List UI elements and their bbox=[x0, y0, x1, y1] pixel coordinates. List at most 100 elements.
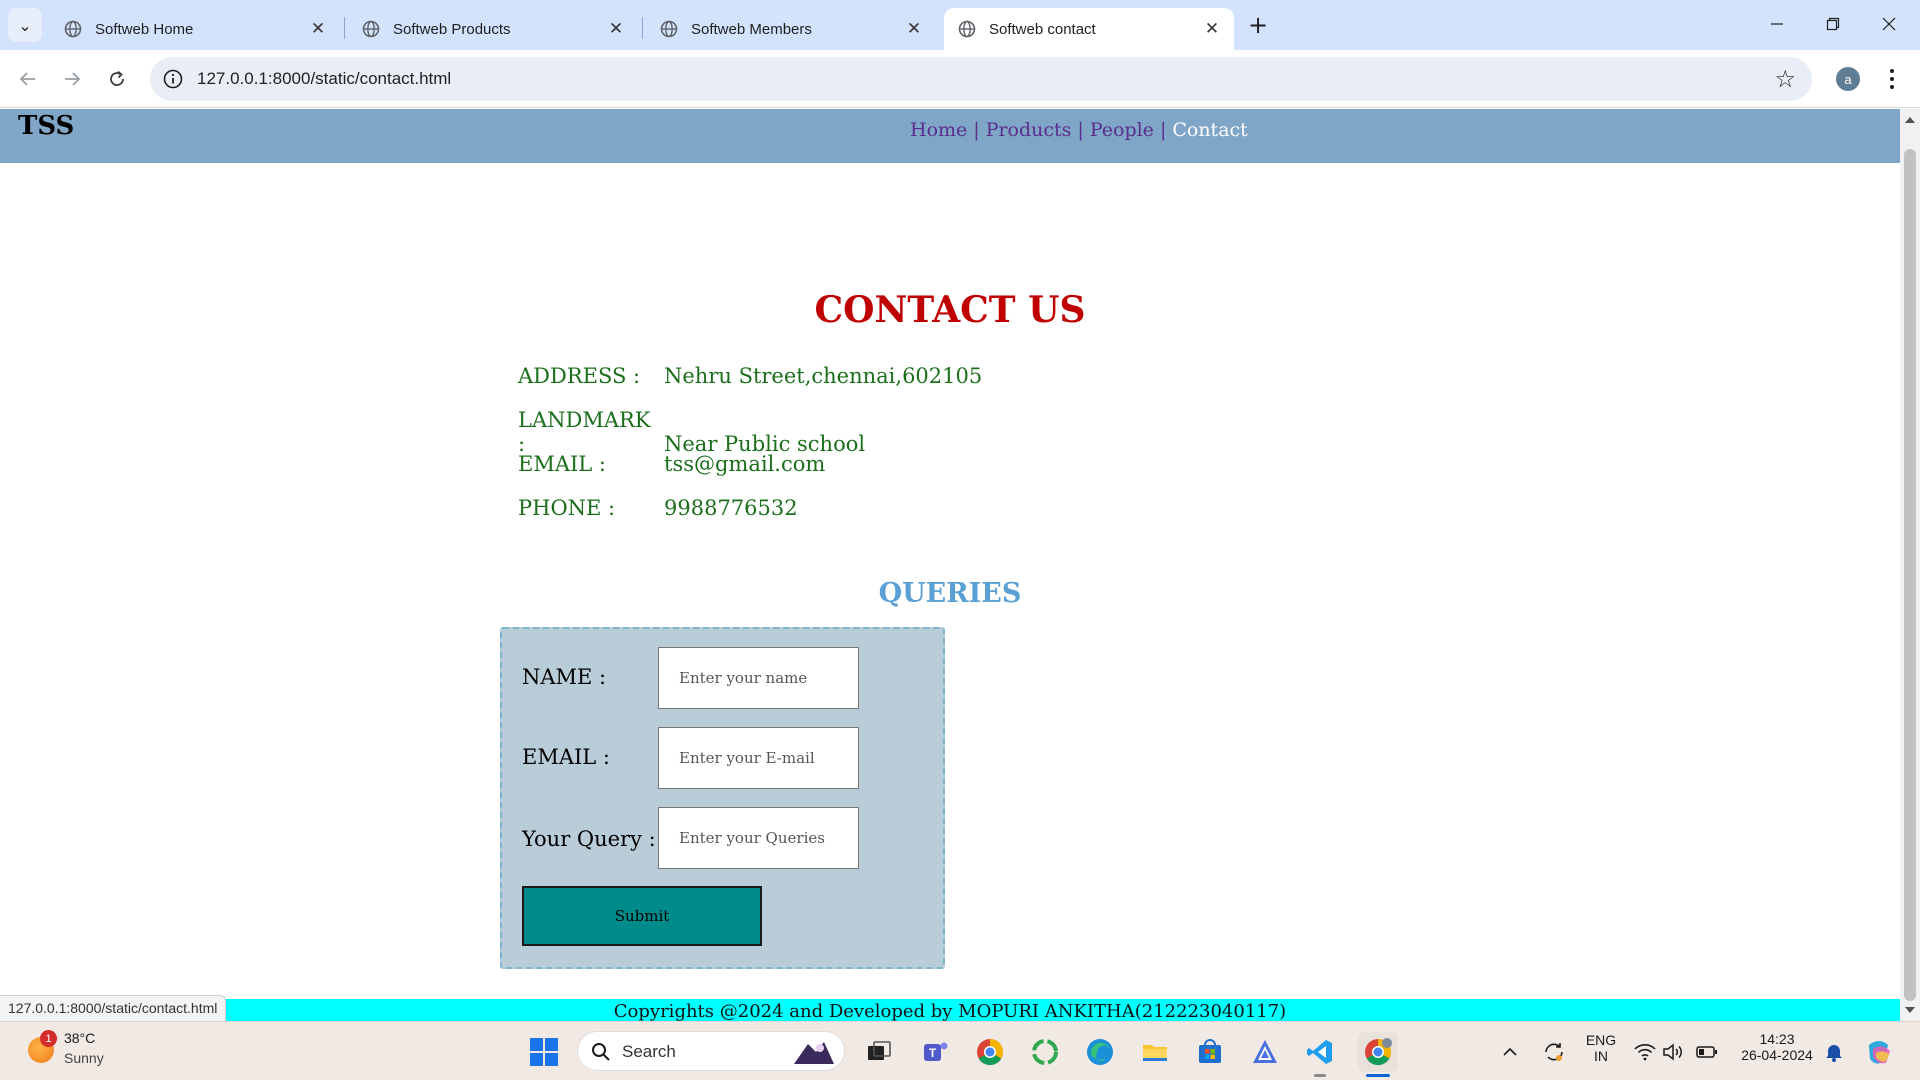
android-studio-icon[interactable] bbox=[1248, 1035, 1282, 1069]
tab-softweb-contact[interactable]: Softweb contact ✕ bbox=[944, 8, 1234, 50]
copilot-icon[interactable] bbox=[1862, 1035, 1896, 1069]
address-bar[interactable]: 127.0.0.1:8000/static/contact.html ☆ bbox=[150, 57, 1812, 101]
info-value: Nehru Street,chennai,602105 bbox=[664, 364, 983, 388]
new-tab-button[interactable]: + bbox=[1244, 12, 1272, 40]
bookmark-star-icon[interactable]: ☆ bbox=[1774, 65, 1796, 93]
close-window-icon[interactable] bbox=[1866, 6, 1912, 42]
microsoft-store-icon[interactable] bbox=[1193, 1035, 1227, 1069]
queries-heading: QUERIES bbox=[878, 578, 1022, 609]
volume-icon[interactable] bbox=[1660, 1035, 1686, 1069]
minimize-icon[interactable] bbox=[1754, 6, 1800, 42]
windows-start-icon[interactable] bbox=[527, 1035, 561, 1069]
nav-link-people[interactable]: People bbox=[1090, 119, 1154, 141]
close-tab-icon[interactable]: ✕ bbox=[604, 17, 628, 41]
globe-icon bbox=[660, 20, 678, 38]
close-tab-icon[interactable]: ✕ bbox=[902, 17, 926, 41]
info-label: LANDMARK : bbox=[518, 408, 651, 456]
nav-link-contact[interactable]: Contact bbox=[1172, 119, 1247, 141]
contact-info-address: ADDRESS : Nehru Street,chennai,602105 bbox=[518, 364, 982, 388]
language-indicator[interactable]: ENG IN bbox=[1584, 1032, 1618, 1064]
close-tab-icon[interactable]: ✕ bbox=[1200, 17, 1224, 41]
teams-icon[interactable]: T bbox=[918, 1035, 952, 1069]
show-hidden-icons-chevron[interactable] bbox=[1496, 1035, 1524, 1069]
contact-info-phone: PHONE : 9988776532 bbox=[518, 496, 798, 520]
info-value: tss@gmail.com bbox=[664, 452, 826, 476]
page-scrollbar[interactable] bbox=[1900, 109, 1920, 1021]
tab-softweb-products[interactable]: Softweb Products ✕ bbox=[348, 8, 638, 50]
tab-separator bbox=[344, 17, 345, 39]
edge-icon[interactable] bbox=[1083, 1035, 1117, 1069]
info-label: PHONE : bbox=[518, 496, 616, 520]
info-label: ADDRESS : bbox=[518, 364, 641, 388]
query-input[interactable] bbox=[658, 807, 859, 869]
search-icon bbox=[592, 1043, 610, 1061]
name-label: NAME : bbox=[522, 665, 607, 689]
browser-toolbar: 127.0.0.1:8000/static/contact.html ☆ a bbox=[0, 50, 1920, 108]
nav-link-products[interactable]: Products bbox=[986, 119, 1072, 141]
globe-icon bbox=[64, 20, 82, 38]
tab-separator bbox=[642, 17, 643, 39]
sync-icon[interactable] bbox=[1537, 1035, 1571, 1069]
contact-info-landmark: LANDMARK : Near Public school bbox=[518, 408, 865, 456]
restore-icon[interactable] bbox=[1810, 6, 1856, 42]
profile-avatar[interactable]: a bbox=[1836, 67, 1860, 91]
info-label: EMAIL : bbox=[518, 452, 606, 476]
email-label: EMAIL : bbox=[522, 745, 610, 769]
task-view-icon[interactable] bbox=[862, 1035, 896, 1069]
info-value: 9988776532 bbox=[664, 496, 798, 520]
search-placeholder: Search bbox=[622, 1042, 676, 1061]
chrome-icon[interactable] bbox=[973, 1035, 1007, 1069]
site-logo: TSS bbox=[18, 111, 75, 141]
battery-icon[interactable] bbox=[1694, 1035, 1720, 1069]
query-label: Your Query : bbox=[522, 827, 656, 851]
file-explorer-icon[interactable] bbox=[1138, 1035, 1172, 1069]
windows-taskbar: 1 38°C Sunny Search T ENG IN 14:23 26-04… bbox=[0, 1021, 1920, 1080]
url-text: 127.0.0.1:8000/static/contact.html bbox=[197, 69, 452, 88]
back-icon[interactable] bbox=[12, 63, 44, 95]
taskbar-search-box[interactable]: Search bbox=[577, 1031, 845, 1071]
weather-temperature[interactable]: 38°C bbox=[64, 1030, 95, 1046]
submit-button[interactable]: Submit bbox=[522, 886, 762, 946]
tab-title: Softweb Products bbox=[393, 20, 511, 38]
name-input[interactable] bbox=[658, 647, 859, 709]
scrollbar-thumb[interactable] bbox=[1904, 149, 1916, 1001]
close-tab-icon[interactable]: ✕ bbox=[306, 17, 330, 41]
active-app-indicator bbox=[1366, 1074, 1390, 1077]
globe-icon bbox=[958, 20, 976, 38]
weather-notification-badge: 1 bbox=[40, 1030, 57, 1047]
contact-info-email: EMAIL : tss@gmail.com bbox=[518, 452, 825, 476]
site-header: TSS Home | Products | People | Contact bbox=[0, 109, 1900, 163]
tab-search-dropdown-icon[interactable]: ⌄ bbox=[8, 8, 42, 42]
refresh-app-icon[interactable] bbox=[1028, 1035, 1062, 1069]
status-bar-url: 127.0.0.1:8000/static/contact.html bbox=[0, 995, 227, 1021]
tab-softweb-members[interactable]: Softweb Members ✕ bbox=[646, 8, 936, 50]
region-code: IN bbox=[1594, 1048, 1608, 1064]
nav-separator: | bbox=[973, 119, 980, 141]
notification-bell-icon[interactable] bbox=[1820, 1035, 1848, 1069]
nav-link-home[interactable]: Home bbox=[910, 119, 967, 141]
nav-separator: | bbox=[1077, 119, 1084, 141]
system-clock[interactable]: 14:23 26-04-2024 bbox=[1736, 1031, 1818, 1063]
forward-icon[interactable] bbox=[56, 63, 88, 95]
site-info-icon[interactable] bbox=[162, 68, 184, 90]
vscode-icon[interactable] bbox=[1303, 1035, 1337, 1069]
clock-time: 14:23 bbox=[1759, 1031, 1795, 1047]
weather-condition[interactable]: Sunny bbox=[64, 1050, 104, 1066]
page-viewport: TSS Home | Products | People | Contact CONTACT… bbox=[0, 109, 1920, 1021]
wifi-icon[interactable] bbox=[1632, 1035, 1658, 1069]
tab-title: Softweb Members bbox=[691, 20, 812, 38]
search-highlight-icon bbox=[794, 1042, 834, 1064]
chrome-profile-icon[interactable] bbox=[1358, 1032, 1398, 1072]
scroll-up-icon[interactable] bbox=[1905, 117, 1915, 123]
browser-tab-strip: ⌄ Softweb Home ✕ Softweb Products ✕ Soft… bbox=[0, 0, 1920, 50]
email-input[interactable] bbox=[658, 727, 859, 789]
site-footer: Copyrights @2024 and Developed by MOPURI… bbox=[0, 999, 1900, 1021]
tab-softweb-home[interactable]: Softweb Home ✕ bbox=[50, 8, 340, 50]
scroll-down-icon[interactable] bbox=[1905, 1007, 1915, 1013]
browser-menu-icon[interactable] bbox=[1882, 64, 1902, 94]
language-code: ENG bbox=[1585, 1032, 1617, 1048]
reload-icon[interactable] bbox=[101, 63, 133, 95]
main-nav: Home | Products | People | Contact bbox=[910, 119, 1248, 141]
running-indicator bbox=[1314, 1074, 1326, 1077]
query-form: NAME : EMAIL : Your Query : Submit bbox=[500, 627, 945, 969]
